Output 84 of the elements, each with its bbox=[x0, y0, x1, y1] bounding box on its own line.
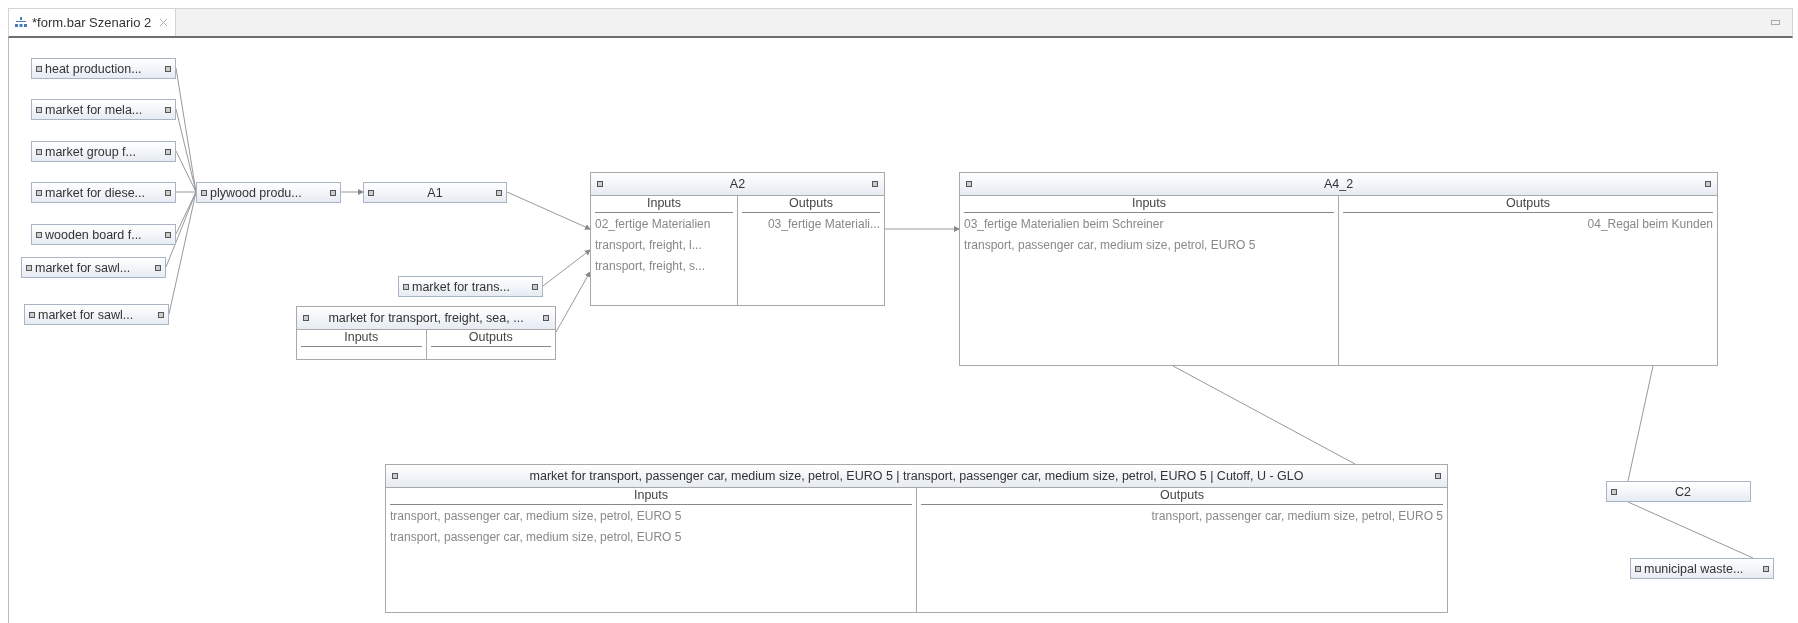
connector-line bbox=[340, 189, 364, 195]
node-label: market for diese... bbox=[45, 185, 147, 200]
port-icon[interactable] bbox=[155, 264, 161, 271]
port-icon[interactable] bbox=[165, 106, 171, 113]
port-icon[interactable] bbox=[532, 283, 538, 290]
port-icon[interactable] bbox=[403, 283, 409, 290]
node-label: wooden board f... bbox=[45, 227, 143, 242]
process-node[interactable]: heat production... bbox=[31, 58, 176, 79]
node-title: A4_2 bbox=[1322, 177, 1355, 191]
port-icon[interactable] bbox=[496, 189, 502, 196]
input-flow: transport, freight, l... bbox=[595, 237, 703, 254]
process-node[interactable]: C2 bbox=[1606, 481, 1751, 502]
port-icon[interactable] bbox=[1435, 473, 1441, 479]
output-flow: 03_fertige Materiali... bbox=[767, 216, 880, 233]
output-flow: 04_Regal beim Kunden bbox=[1587, 216, 1713, 233]
node-label: market for trans... bbox=[412, 279, 511, 294]
port-icon[interactable] bbox=[36, 148, 42, 155]
port-icon[interactable] bbox=[543, 315, 549, 321]
column-header: Inputs bbox=[646, 196, 682, 210]
node-label: heat production... bbox=[45, 61, 143, 76]
process-node[interactable]: market for mela... bbox=[31, 99, 176, 120]
process-node[interactable]: A1 bbox=[363, 182, 507, 203]
port-icon[interactable] bbox=[201, 189, 207, 196]
node-label: municipal waste... bbox=[1644, 561, 1745, 576]
port-icon[interactable] bbox=[158, 311, 164, 318]
port-icon[interactable] bbox=[26, 264, 32, 271]
process-node[interactable]: wooden board f... bbox=[31, 224, 176, 245]
port-icon[interactable] bbox=[330, 189, 336, 196]
port-icon[interactable] bbox=[368, 189, 374, 196]
column-header: Outputs bbox=[1160, 488, 1204, 502]
node-title: market for transport, passenger car, medium size, petrol, EURO 5 | transport, passenger car, medium size, petrol, EURO 5 | Cutoff, U - GLO bbox=[528, 469, 1305, 483]
input-flow: transport, passenger car, medium size, petrol, EURO 5 bbox=[390, 529, 683, 546]
port-icon[interactable] bbox=[36, 231, 42, 238]
input-flow: 02_fertige Materialien bbox=[595, 216, 712, 233]
port-icon[interactable] bbox=[303, 315, 309, 321]
process-box[interactable]: market for transport, freight, sea, ... Inputs Outputs bbox=[296, 306, 556, 360]
column-header: Inputs bbox=[1131, 196, 1167, 210]
port-icon[interactable] bbox=[872, 181, 878, 187]
node-label: market for sawl... bbox=[35, 260, 132, 275]
process-box[interactable] bbox=[385, 464, 1448, 613]
node-title: A2 bbox=[728, 177, 747, 191]
column-header: Outputs bbox=[1506, 196, 1550, 210]
process-node[interactable]: market for sawl... bbox=[21, 257, 166, 278]
port-icon[interactable] bbox=[165, 231, 171, 238]
port-icon[interactable] bbox=[165, 148, 171, 155]
port-icon[interactable] bbox=[36, 106, 42, 113]
port-icon[interactable] bbox=[1705, 181, 1711, 187]
process-node[interactable]: municipal waste... bbox=[1630, 558, 1774, 579]
port-icon[interactable] bbox=[1635, 565, 1641, 572]
editor-tab[interactable]: *form.bar Szenario 2 bbox=[9, 9, 177, 36]
port-icon[interactable] bbox=[165, 189, 171, 196]
column-header: Inputs bbox=[633, 488, 669, 502]
node-label: C2 bbox=[1674, 484, 1692, 499]
process-node[interactable]: market group f... bbox=[31, 141, 176, 162]
port-icon[interactable] bbox=[1763, 565, 1769, 572]
port-icon[interactable] bbox=[392, 473, 398, 479]
node-label: market for sawl... bbox=[38, 307, 135, 322]
port-icon[interactable] bbox=[36, 189, 42, 196]
node-label: market for mela... bbox=[45, 102, 144, 117]
column-header: Outputs bbox=[468, 330, 513, 344]
input-flow: transport, freight, s... bbox=[595, 258, 707, 275]
process-box[interactable]: A2 Inputs 02_fertige Materialien transport, freight, l... transport, freight, s... Outputs 03_fertige Materiali... bbox=[590, 172, 885, 306]
port-icon[interactable] bbox=[597, 181, 603, 187]
output-flow: transport, passenger car, medium size, petrol, EURO 5 bbox=[1151, 508, 1443, 525]
port-icon[interactable] bbox=[36, 65, 42, 72]
input-flow: transport, passenger car, medium size, petrol, EURO 5 bbox=[390, 508, 683, 525]
column-header: Outputs bbox=[789, 196, 833, 210]
port-icon[interactable] bbox=[165, 65, 171, 72]
input-flow: 03_fertige Materialien beim Schreiner bbox=[964, 216, 1165, 233]
process-box[interactable]: A4_2 Inputs 03_fertige Materialien beim Schreiner transport, passenger car, medium size, petrol, EURO 5 Outputs 04_Regal beim Kunden bbox=[959, 172, 1718, 366]
process-node[interactable]: market for sawl... bbox=[24, 304, 169, 325]
port-icon[interactable] bbox=[966, 181, 972, 187]
node-label: A1 bbox=[426, 185, 444, 200]
diagram-icon bbox=[15, 17, 27, 28]
node-label: plywood produ... bbox=[210, 185, 303, 200]
process-node[interactable]: market for diese... bbox=[31, 182, 176, 203]
input-flow: transport, passenger car, medium size, petrol, EURO 5 bbox=[964, 237, 1257, 254]
node-label: market group f... bbox=[45, 144, 137, 159]
port-icon[interactable] bbox=[29, 311, 35, 318]
column-header: Inputs bbox=[344, 330, 379, 344]
node-title: market for transport, freight, sea, ... bbox=[327, 311, 525, 325]
port-icon[interactable] bbox=[1611, 488, 1617, 495]
process-node[interactable]: plywood produ... bbox=[196, 182, 341, 203]
process-node[interactable]: market for trans... bbox=[398, 276, 543, 297]
